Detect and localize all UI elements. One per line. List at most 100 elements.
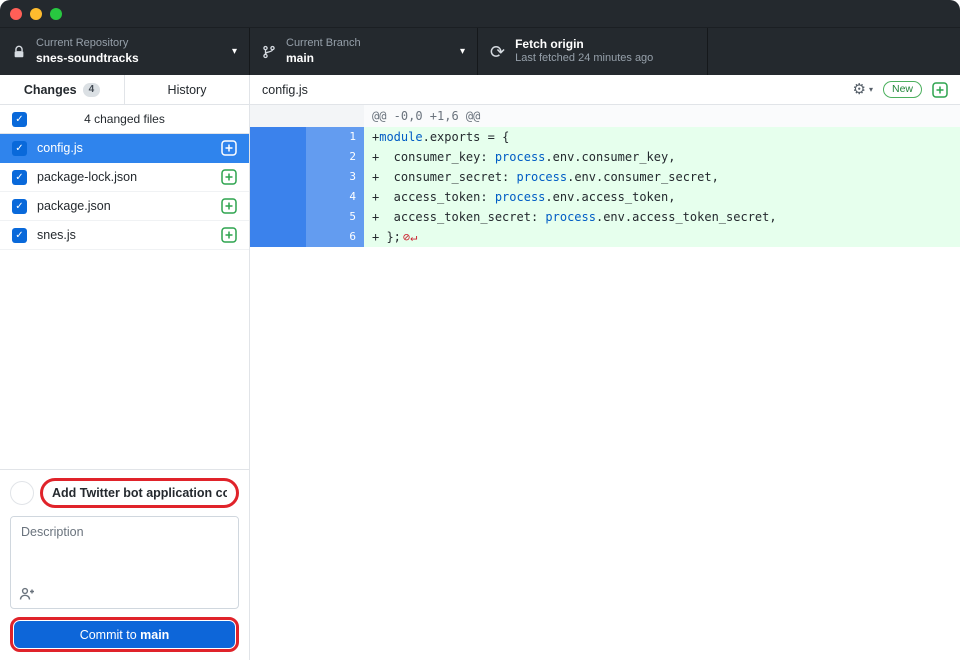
line-number[interactable]: 6 xyxy=(306,227,364,247)
traffic-lights xyxy=(10,8,62,20)
code-line: + access_token_secret: process.env.acces… xyxy=(364,207,960,227)
minimize-window-button[interactable] xyxy=(30,8,42,20)
file-added-icon xyxy=(221,169,237,185)
toolbar: Current Repository snes-soundtracks ▾ Cu… xyxy=(0,28,960,75)
code-text: consumer_key: xyxy=(379,150,495,164)
chevron-down-icon: ▾ xyxy=(460,46,465,57)
gutter-old-selected[interactable] xyxy=(250,227,306,247)
gear-icon: ⚙ xyxy=(853,82,866,97)
current-repository-text: Current Repository snes-soundtracks xyxy=(36,37,139,66)
diff-line[interactable]: 6 + };⊘↵ xyxy=(250,227,960,247)
chevron-down-icon: ▾ xyxy=(869,86,873,94)
changes-count-badge: 4 xyxy=(83,83,101,97)
file-row-snes-js[interactable]: ✓ snes.js xyxy=(0,221,249,250)
line-number[interactable]: 1 xyxy=(306,127,364,147)
tab-changes-label: Changes xyxy=(24,83,77,97)
diff-line[interactable]: 3 + consumer_secret: process.env.consume… xyxy=(250,167,960,187)
commit-button[interactable]: Commit to main xyxy=(14,621,235,648)
file-name: config.js xyxy=(37,141,211,155)
close-window-button[interactable] xyxy=(10,8,22,20)
current-branch-text: Current Branch main xyxy=(286,37,361,66)
code-text: .exports = { xyxy=(423,130,510,144)
diff-header: config.js ⚙▾ New xyxy=(250,75,960,105)
current-repository-label: Current Repository xyxy=(36,37,139,51)
file-name: snes.js xyxy=(37,228,211,242)
annotation-highlight-summary xyxy=(40,478,239,508)
code-text: .env.access_token_secret, xyxy=(596,210,777,224)
chevron-down-icon: ▾ xyxy=(232,46,237,57)
commit-description-box xyxy=(10,516,239,609)
code-line: + access_token: process.env.access_token… xyxy=(364,187,960,207)
gutter-old-selected[interactable] xyxy=(250,127,306,147)
hunk-header-text: @@ -0,0 +1,6 @@ xyxy=(364,105,960,127)
fetch-origin-label: Fetch origin xyxy=(515,37,653,52)
toolbar-empty-area xyxy=(708,28,960,75)
gutter-new xyxy=(306,105,364,127)
gutter-old-selected[interactable] xyxy=(250,207,306,227)
code-keyword: process xyxy=(545,210,596,224)
file-added-icon xyxy=(221,227,237,243)
diff-line[interactable]: 4 + access_token: process.env.access_tok… xyxy=(250,187,960,207)
gutter-old-selected[interactable] xyxy=(250,167,306,187)
diff-panel: config.js ⚙▾ New @@ -0,0 +1,6 @@ xyxy=(250,75,960,660)
add-coauthor-icon[interactable] xyxy=(19,586,35,602)
code-keyword: module xyxy=(379,130,422,144)
file-checkbox[interactable]: ✓ xyxy=(12,141,27,156)
select-all-checkbox[interactable]: ✓ xyxy=(12,112,27,127)
code-keyword: process xyxy=(495,190,546,204)
code-keyword: process xyxy=(517,170,568,184)
code-text: }; xyxy=(379,230,401,244)
diff-options-button[interactable]: ⚙▾ xyxy=(853,82,873,97)
current-branch-dropdown[interactable]: Current Branch main ▾ xyxy=(250,28,478,75)
line-number[interactable]: 5 xyxy=(306,207,364,227)
github-desktop-window: Current Repository snes-soundtracks ▾ Cu… xyxy=(0,0,960,660)
zoom-window-button[interactable] xyxy=(50,8,62,20)
code-line: +module.exports = { xyxy=(364,127,960,147)
line-number[interactable]: 4 xyxy=(306,187,364,207)
file-status-badge: New xyxy=(883,81,922,98)
diff-line[interactable]: 1 +module.exports = { xyxy=(250,127,960,147)
commit-button-prefix: Commit to xyxy=(80,628,140,642)
code-line: + consumer_secret: process.env.consumer_… xyxy=(364,167,960,187)
file-checkbox[interactable]: ✓ xyxy=(12,228,27,243)
file-row-config-js[interactable]: ✓ config.js xyxy=(0,134,249,163)
commit-button-branch: main xyxy=(140,628,169,642)
code-text: access_token: xyxy=(379,190,495,204)
titlebar xyxy=(0,0,960,28)
commit-summary-row xyxy=(10,478,239,508)
line-number[interactable]: 3 xyxy=(306,167,364,187)
diff-header-actions: ⚙▾ New xyxy=(853,81,948,98)
file-row-package-json[interactable]: ✓ package.json xyxy=(0,192,249,221)
file-added-icon xyxy=(221,140,237,156)
diff-view: @@ -0,0 +1,6 @@ 1 +module.exports = { 2 … xyxy=(250,105,960,247)
file-name: package.json xyxy=(37,199,211,213)
sync-icon: ⟳ xyxy=(490,43,505,61)
current-repository-value: snes-soundtracks xyxy=(36,51,139,66)
file-name: package-lock.json xyxy=(37,170,211,184)
code-text: .env.consumer_secret, xyxy=(567,170,719,184)
changed-file-list: ✓ config.js ✓ package-lock.json ✓ packag… xyxy=(0,134,249,250)
file-row-package-lock-json[interactable]: ✓ package-lock.json xyxy=(0,163,249,192)
diff-line[interactable]: 2 + consumer_key: process.env.consumer_k… xyxy=(250,147,960,167)
commit-summary-input[interactable] xyxy=(44,482,235,504)
current-branch-label: Current Branch xyxy=(286,37,361,51)
description-footer xyxy=(11,584,238,608)
tab-history[interactable]: History xyxy=(125,75,249,104)
tab-changes[interactable]: Changes 4 xyxy=(0,75,125,104)
gutter-old xyxy=(250,105,306,127)
gutter-old-selected[interactable] xyxy=(250,147,306,167)
current-repository-dropdown[interactable]: Current Repository snes-soundtracks ▾ xyxy=(0,28,250,75)
code-text: .env.access_token, xyxy=(545,190,675,204)
fetch-origin-button[interactable]: ⟳ Fetch origin Last fetched 24 minutes a… xyxy=(478,28,708,75)
file-checkbox[interactable]: ✓ xyxy=(12,170,27,185)
fetch-origin-text: Fetch origin Last fetched 24 minutes ago xyxy=(515,37,653,66)
commit-description-input[interactable] xyxy=(11,517,238,579)
diff-empty-area xyxy=(250,247,960,660)
expand-whitespace-icon[interactable] xyxy=(932,82,948,98)
line-number[interactable]: 2 xyxy=(306,147,364,167)
no-newline-icon: ⊘↵ xyxy=(401,230,417,244)
commit-form: Commit to main xyxy=(0,469,249,660)
diff-line[interactable]: 5 + access_token_secret: process.env.acc… xyxy=(250,207,960,227)
gutter-old-selected[interactable] xyxy=(250,187,306,207)
file-checkbox[interactable]: ✓ xyxy=(12,199,27,214)
